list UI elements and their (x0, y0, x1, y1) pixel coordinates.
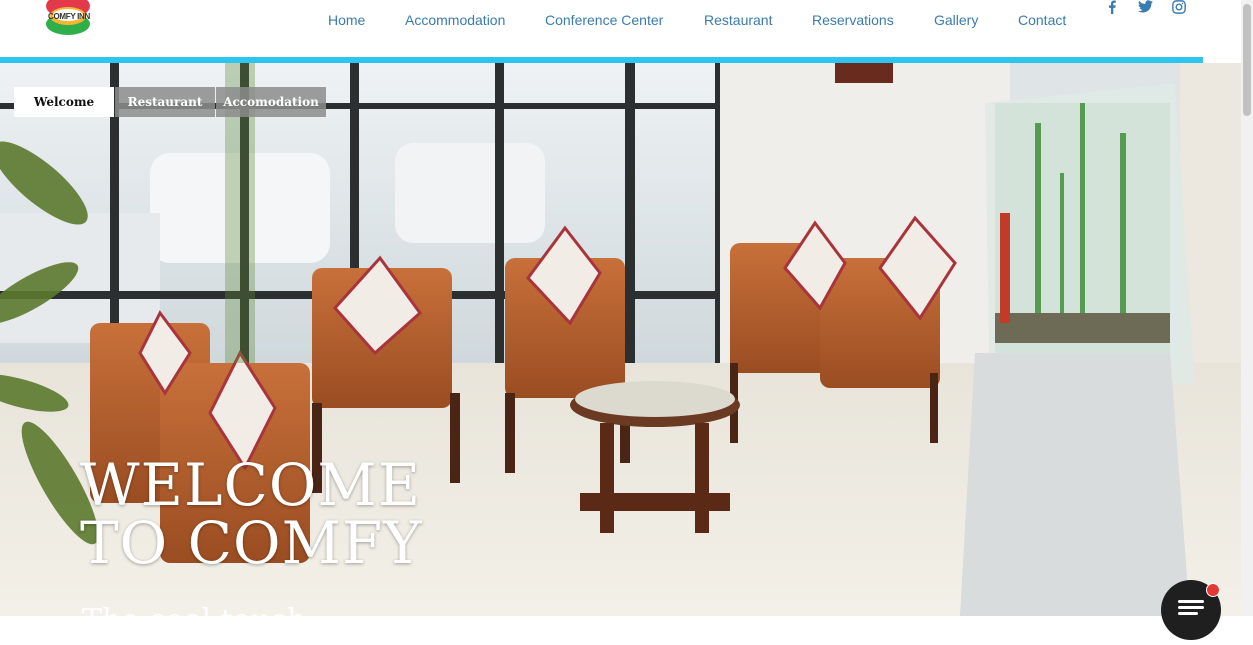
site-header: COMFY INN Home Accommodation Conference … (0, 0, 1241, 57)
hero-title-line-2: TO COMFY (80, 509, 423, 577)
nav-contact[interactable]: Contact (1018, 12, 1066, 28)
twitter-icon[interactable] (1138, 0, 1153, 16)
facebook-icon[interactable] (1107, 0, 1117, 16)
tab-accomodation[interactable]: Accomodation (216, 87, 326, 117)
site-logo[interactable] (42, 0, 94, 42)
nav-conference-center[interactable]: Conference Center (545, 12, 663, 28)
page-scrollbar[interactable] (1241, 0, 1253, 616)
hero-title-line-1: WELCOME (80, 451, 422, 519)
logo-icon (46, 0, 90, 35)
scrollbar-thumb[interactable] (1243, 4, 1251, 116)
instagram-icon[interactable] (1172, 0, 1186, 16)
chat-notification-badge (1206, 583, 1220, 597)
nav-accommodation[interactable]: Accommodation (405, 12, 505, 28)
nav-home[interactable]: Home (328, 12, 365, 28)
tab-welcome[interactable]: Welcome (14, 87, 114, 117)
logo-text: COMFY INN (47, 12, 91, 21)
nav-reservations[interactable]: Reservations (812, 12, 894, 28)
hero-slider: Welcome Restaurant Accomodation WELCOME … (0, 63, 1241, 616)
tab-restaurant[interactable]: Restaurant (115, 87, 215, 117)
hero-title: WELCOME TO COMFY (80, 456, 480, 572)
nav-gallery[interactable]: Gallery (934, 12, 978, 28)
hero-subtitle: The cool touch (82, 601, 482, 616)
nav-restaurant[interactable]: Restaurant (704, 12, 772, 28)
